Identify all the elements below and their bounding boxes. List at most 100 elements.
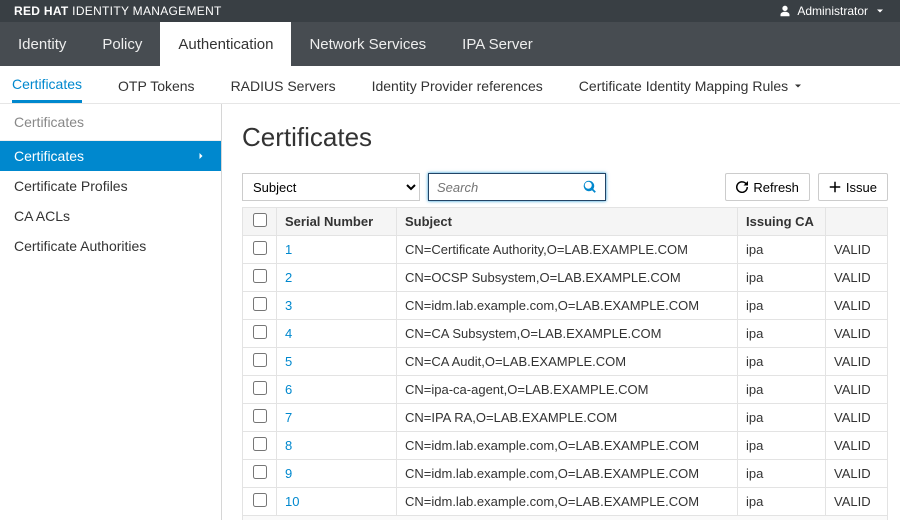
nav-network-services[interactable]: Network Services (291, 22, 444, 66)
cell-status: VALID (826, 376, 888, 404)
user-name: Administrator (797, 4, 868, 18)
cell-issuing-ca: ipa (738, 460, 826, 488)
main-nav: IdentityPolicyAuthenticationNetwork Serv… (0, 22, 900, 66)
cell-issuing-ca: ipa (738, 404, 826, 432)
row-checkbox[interactable] (253, 493, 267, 507)
row-checkbox[interactable] (253, 381, 267, 395)
row-checkbox[interactable] (253, 437, 267, 451)
cell-issuing-ca: ipa (738, 348, 826, 376)
cell-issuing-ca: ipa (738, 292, 826, 320)
cell-subject: CN=idm.lab.example.com,O=LAB.EXAMPLE.COM (397, 432, 738, 460)
cell-issuing-ca: ipa (738, 488, 826, 516)
cell-subject: CN=CA Audit,O=LAB.EXAMPLE.COM (397, 348, 738, 376)
cell-subject: CN=idm.lab.example.com,O=LAB.EXAMPLE.COM (397, 488, 738, 516)
table-row: 8 CN=idm.lab.example.com,O=LAB.EXAMPLE.CO… (243, 432, 888, 460)
sub-nav: Certificates OTP Tokens RADIUS Servers Iden… (0, 66, 900, 104)
refresh-button[interactable]: Refresh (725, 173, 810, 201)
row-checkbox[interactable] (253, 297, 267, 311)
col-issuing-ca[interactable]: Issuing CA (738, 208, 826, 236)
main-content: Certificates Subject Refresh Issue (222, 104, 900, 520)
table-row: 5 CN=CA Audit,O=LAB.EXAMPLE.COMipaVALID (243, 348, 888, 376)
table-row: 10 CN=idm.lab.example.com,O=LAB.EXAMPLE.C… (243, 488, 888, 516)
cell-subject: CN=OCSP Subsystem,O=LAB.EXAMPLE.COM (397, 264, 738, 292)
serial-link[interactable]: 8 (285, 438, 292, 453)
sidebar-item-certificate-authorities[interactable]: Certificate Authorities (0, 231, 221, 261)
nav-identity[interactable]: Identity (0, 22, 84, 66)
top-bar: RED HAT IDENTITY MANAGEMENT Administrato… (0, 0, 900, 22)
sidebar-header: Certificates (0, 104, 221, 141)
cell-issuing-ca: ipa (738, 432, 826, 460)
nav-ipa-server[interactable]: IPA Server (444, 22, 551, 66)
table-row: 2CN=OCSP Subsystem,O=LAB.EXAMPLE.COMipaV… (243, 264, 888, 292)
col-subject[interactable]: Subject (397, 208, 738, 236)
serial-link[interactable]: 4 (285, 326, 292, 341)
sidebar-item-certificate-profiles[interactable]: Certificate Profiles (0, 171, 221, 201)
cell-issuing-ca: ipa (738, 320, 826, 348)
table-row: 3 CN=idm.lab.example.com,O=LAB.EXAMPLE.CO… (243, 292, 888, 320)
cell-subject: CN=Certificate Authority,O=LAB.EXAMPLE.C… (397, 236, 738, 264)
table-row: 7CN=IPA RA,O=LAB.EXAMPLE.COMipaVALID (243, 404, 888, 432)
search-icon[interactable] (583, 180, 597, 194)
cell-subject: CN=idm.lab.example.com,O=LAB.EXAMPLE.COM (397, 292, 738, 320)
brand-suffix: IDENTITY MANAGEMENT (69, 4, 222, 18)
cell-issuing-ca: ipa (738, 376, 826, 404)
nav-policy[interactable]: Policy (84, 22, 160, 66)
serial-link[interactable]: 6 (285, 382, 292, 397)
row-checkbox[interactable] (253, 269, 267, 283)
sidebar-item-ca-acls[interactable]: CA ACLs (0, 201, 221, 231)
select-all-checkbox[interactable] (253, 213, 267, 227)
serial-link[interactable]: 2 (285, 270, 292, 285)
plus-icon (829, 181, 841, 193)
chevron-down-icon (792, 80, 804, 92)
cell-status: VALID (826, 348, 888, 376)
search-box[interactable] (428, 173, 606, 201)
chevron-down-icon (874, 5, 886, 17)
issue-button[interactable]: Issue (818, 173, 888, 201)
serial-link[interactable]: 3 (285, 298, 292, 313)
row-checkbox[interactable] (253, 353, 267, 367)
toolbar: Subject Refresh Issue (242, 173, 888, 201)
col-serial[interactable]: Serial Number (277, 208, 397, 236)
row-checkbox[interactable] (253, 241, 267, 255)
sidebar: Certificates CertificatesCertificate Pro… (0, 104, 222, 520)
brand: RED HAT IDENTITY MANAGEMENT (14, 4, 222, 18)
serial-link[interactable]: 10 (285, 494, 299, 509)
subnav-otp-tokens[interactable]: OTP Tokens (118, 68, 195, 102)
cell-status: VALID (826, 488, 888, 516)
subnav-identity-provider-references[interactable]: Identity Provider references (372, 68, 543, 102)
row-checkbox[interactable] (253, 409, 267, 423)
sidebar-item-certificates[interactable]: Certificates (0, 141, 221, 171)
filter-select[interactable]: Subject (242, 173, 420, 201)
serial-link[interactable]: 1 (285, 242, 292, 257)
cell-subject: CN=ipa-ca-agent,O=LAB.EXAMPLE.COM (397, 376, 738, 404)
cell-issuing-ca: ipa (738, 264, 826, 292)
cell-status: VALID (826, 236, 888, 264)
table-row: 6 CN=ipa-ca-agent,O=LAB.EXAMPLE.COMipaVAL… (243, 376, 888, 404)
nav-authentication[interactable]: Authentication (160, 22, 291, 66)
row-checkbox[interactable] (253, 465, 267, 479)
user-icon (779, 5, 791, 17)
row-checkbox[interactable] (253, 325, 267, 339)
search-input[interactable] (437, 180, 567, 195)
cell-subject: CN=CA Subsystem,O=LAB.EXAMPLE.COM (397, 320, 738, 348)
cell-status: VALID (826, 292, 888, 320)
table-row: 4 CN=CA Subsystem,O=LAB.EXAMPLE.COMipaVAL… (243, 320, 888, 348)
page-title: Certificates (242, 122, 888, 153)
serial-link[interactable]: 7 (285, 410, 292, 425)
user-menu[interactable]: Administrator (779, 4, 886, 18)
chevron-right-icon (195, 150, 207, 162)
col-status[interactable] (826, 208, 888, 236)
refresh-icon (736, 181, 748, 193)
cell-status: VALID (826, 460, 888, 488)
cell-status: VALID (826, 432, 888, 460)
subnav-certificate-identity-mapping-rules[interactable]: Certificate Identity Mapping Rules (579, 68, 804, 102)
cell-status: VALID (826, 320, 888, 348)
subnav-certificates[interactable]: Certificates (12, 66, 82, 103)
certificates-table: Serial Number Subject Issuing CA 1 CN=Cer… (242, 207, 888, 520)
table-row: 1 CN=Certificate Authority,O=LAB.EXAMPLE.… (243, 236, 888, 264)
serial-link[interactable]: 9 (285, 466, 292, 481)
cell-status: VALID (826, 404, 888, 432)
subnav-radius-servers[interactable]: RADIUS Servers (231, 68, 336, 102)
serial-link[interactable]: 5 (285, 354, 292, 369)
cell-issuing-ca: ipa (738, 236, 826, 264)
